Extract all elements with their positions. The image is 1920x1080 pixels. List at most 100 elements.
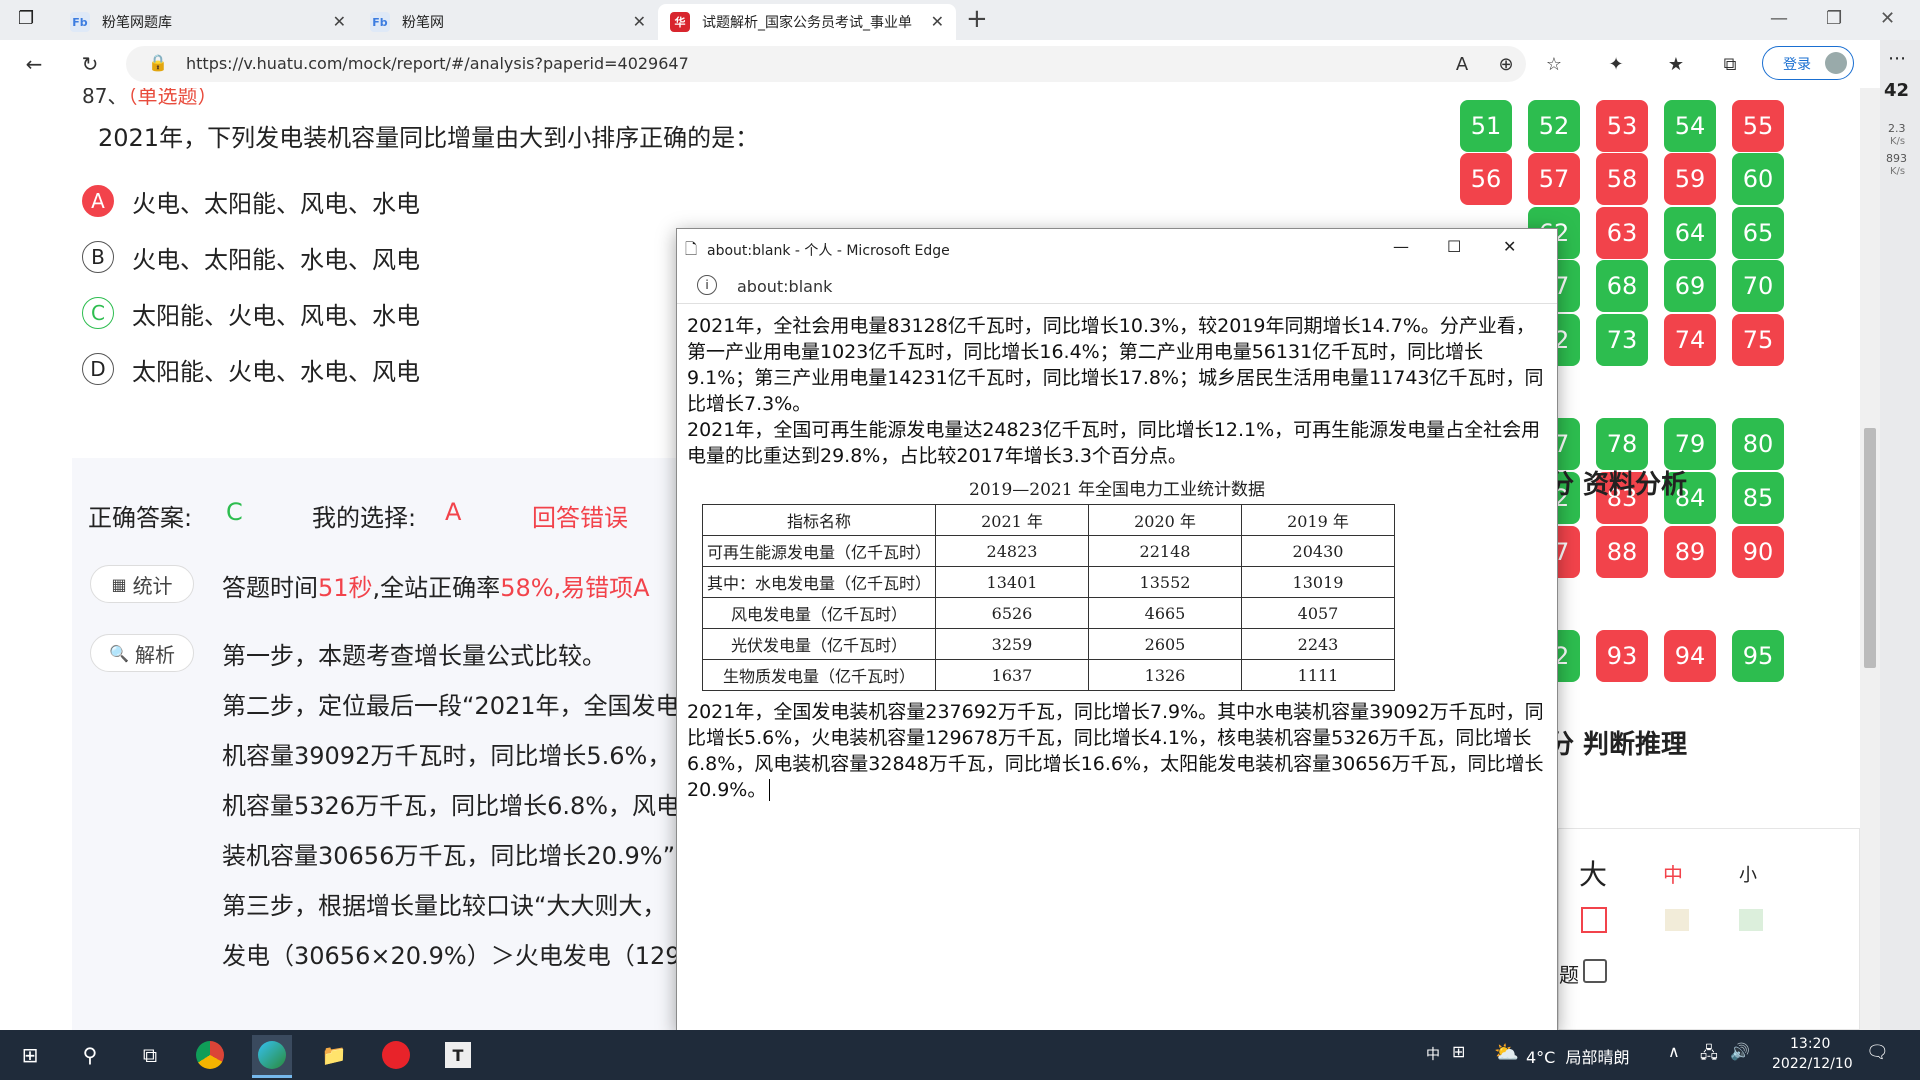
question-number-button[interactable]: 94 bbox=[1664, 630, 1716, 682]
netease-music-icon[interactable] bbox=[376, 1035, 416, 1075]
question-number-button[interactable]: 93 bbox=[1596, 630, 1648, 682]
question-number-button[interactable]: 78 bbox=[1596, 418, 1648, 470]
tab-fenbi[interactable]: Fb 粉笔网 ✕ bbox=[358, 4, 658, 40]
question-number-button[interactable]: 63 bbox=[1596, 207, 1648, 259]
favorite-add-icon[interactable]: ☆ bbox=[1540, 50, 1568, 78]
lock-icon[interactable]: 🔒 bbox=[148, 53, 168, 72]
option-d[interactable]: D 太阳能、火电、水电、风电 bbox=[82, 351, 420, 387]
question-number-button[interactable]: 85 bbox=[1732, 472, 1784, 524]
question-number-button[interactable]: 69 bbox=[1664, 260, 1716, 312]
close-icon[interactable]: ✕ bbox=[333, 12, 346, 31]
question-number-button[interactable]: 75 bbox=[1732, 314, 1784, 366]
table-cell: 13552 bbox=[1088, 566, 1242, 598]
login-button[interactable]: 登录 bbox=[1762, 46, 1854, 80]
option-a[interactable]: A 火电、太阳能、风电、水电 bbox=[82, 183, 420, 219]
question-number-button[interactable]: 52 bbox=[1528, 100, 1580, 152]
question-number-button[interactable]: 89 bbox=[1664, 526, 1716, 578]
question-number-button[interactable]: 88 bbox=[1596, 526, 1648, 578]
question-number-button[interactable]: 57 bbox=[1528, 153, 1580, 205]
popup-content: 2021年，全社会用电量83128亿千瓦时，同比增长10.3%，较2019年同期… bbox=[687, 313, 1547, 803]
ime-indicator[interactable]: 中 bbox=[1426, 1044, 1440, 1064]
weather-text[interactable]: 4°C 局部晴朗 bbox=[1526, 1044, 1630, 1068]
question-number-button[interactable]: 55 bbox=[1732, 100, 1784, 152]
font-size-large[interactable]: 大 bbox=[1579, 853, 1607, 893]
question-number-button[interactable]: 51 bbox=[1460, 100, 1512, 152]
question-number-button[interactable]: 68 bbox=[1596, 260, 1648, 312]
question-number-text: 87、 bbox=[82, 88, 128, 108]
question-number-button[interactable]: 70 bbox=[1732, 260, 1784, 312]
tab-huatu-active[interactable]: 华 试题解析_国家公务员考试_事业单 ✕ bbox=[658, 4, 956, 40]
popup-address[interactable]: about:blank bbox=[737, 277, 832, 296]
close-icon[interactable]: ✕ bbox=[633, 12, 646, 31]
chevron-up-icon[interactable]: ∧ bbox=[1668, 1042, 1680, 1061]
clock-time[interactable]: 13:20 bbox=[1790, 1036, 1830, 1052]
url-box[interactable]: 🔒 https://v.huatu.com/mock/report/#/anal… bbox=[126, 46, 1526, 82]
question-number-button[interactable]: 59 bbox=[1664, 153, 1716, 205]
read-aloud-icon[interactable]: A bbox=[1448, 50, 1476, 78]
section-title-judgment: 分 判断推理 bbox=[1548, 730, 1688, 760]
maximize-icon[interactable]: ☐ bbox=[1447, 237, 1461, 256]
refresh-icon[interactable]: ↻ bbox=[76, 50, 104, 78]
close-icon[interactable]: ✕ bbox=[1503, 237, 1516, 256]
new-tab-button[interactable]: + bbox=[966, 4, 988, 34]
text-cursor bbox=[769, 779, 771, 801]
weather-icon[interactable]: ⛅ bbox=[1494, 1040, 1519, 1064]
clock-date[interactable]: 2022/12/10 bbox=[1772, 1056, 1853, 1072]
option-checkbox[interactable] bbox=[1583, 959, 1607, 983]
network-icon[interactable]: 🖧 bbox=[1700, 1042, 1718, 1069]
question-number-button[interactable]: 95 bbox=[1732, 630, 1784, 682]
close-window-icon[interactable]: ✕ bbox=[1880, 8, 1895, 29]
question-number-button[interactable]: 80 bbox=[1732, 418, 1784, 470]
collections-icon[interactable]: ⧉ bbox=[1716, 50, 1744, 78]
zoom-icon[interactable]: ⊕ bbox=[1492, 50, 1520, 78]
question-number-button[interactable]: 60 bbox=[1732, 153, 1784, 205]
minimize-icon[interactable]: — bbox=[1393, 237, 1409, 256]
scrollbar-thumb[interactable] bbox=[1864, 428, 1876, 668]
volume-icon[interactable]: 🔊 bbox=[1730, 1042, 1750, 1061]
question-number-button[interactable]: 73 bbox=[1596, 314, 1648, 366]
question-number-button[interactable]: 90 bbox=[1732, 526, 1784, 578]
question-number-button[interactable]: 53 bbox=[1596, 100, 1648, 152]
question-number-button[interactable]: 58 bbox=[1596, 153, 1648, 205]
stats-button[interactable]: ▦ 统计 bbox=[90, 565, 194, 603]
question-number-button[interactable]: 79 bbox=[1664, 418, 1716, 470]
more-icon[interactable]: ⋯ bbox=[1888, 48, 1906, 69]
question-number-button[interactable]: 74 bbox=[1664, 314, 1716, 366]
option-text: 火电、太阳能、风电、水电 bbox=[132, 189, 420, 218]
analysis-line: 第一步，本题考查增长量公式比较。 bbox=[222, 642, 606, 670]
table-cell: 生物质发电量（亿千瓦时） bbox=[702, 659, 936, 691]
theme-swatch-beige[interactable] bbox=[1665, 909, 1689, 931]
url-text[interactable]: https://v.huatu.com/mock/report/#/analys… bbox=[186, 54, 689, 73]
analysis-button[interactable]: 🔍 解析 bbox=[90, 634, 194, 672]
question-number-button[interactable]: 54 bbox=[1664, 100, 1716, 152]
info-icon[interactable]: i bbox=[697, 275, 717, 295]
table-cell: 可再生能源发电量（亿千瓦时） bbox=[702, 535, 936, 567]
task-view-icon[interactable]: ⧉ bbox=[130, 1035, 170, 1075]
theme-swatch-green[interactable] bbox=[1739, 909, 1763, 931]
question-number-button[interactable]: 64 bbox=[1664, 207, 1716, 259]
question-number-button[interactable]: 65 bbox=[1732, 207, 1784, 259]
font-size-small[interactable]: 小 bbox=[1739, 861, 1757, 887]
option-b[interactable]: B 火电、太阳能、水电、风电 bbox=[82, 239, 420, 275]
favorites-icon[interactable]: ★ bbox=[1662, 50, 1690, 78]
chrome-icon[interactable] bbox=[190, 1035, 230, 1075]
tab-fenbi-tiku[interactable]: Fb 粉笔网题库 ✕ bbox=[58, 4, 358, 40]
font-size-medium[interactable]: 中 bbox=[1663, 859, 1683, 888]
notification-icon[interactable]: 🗨 bbox=[1866, 1042, 1889, 1063]
tab-actions-icon[interactable]: ❐ bbox=[18, 8, 42, 32]
question-number-button[interactable]: 56 bbox=[1460, 153, 1512, 205]
option-c[interactable]: C 太阳能、火电、风电、水电 bbox=[82, 295, 420, 331]
extensions-icon[interactable]: ✦ bbox=[1602, 50, 1630, 78]
close-icon[interactable]: ✕ bbox=[931, 12, 944, 31]
typora-icon[interactable]: T bbox=[438, 1035, 478, 1075]
file-explorer-icon[interactable]: 📁 bbox=[314, 1035, 354, 1075]
windows-start-icon[interactable]: ⊞ bbox=[10, 1035, 50, 1075]
ime-mode-icon[interactable]: ⊞ bbox=[1452, 1042, 1465, 1061]
edge-icon[interactable] bbox=[252, 1035, 292, 1078]
restore-icon[interactable]: ❐ bbox=[1826, 8, 1842, 29]
back-icon[interactable]: ← bbox=[20, 50, 48, 78]
minimize-icon[interactable]: — bbox=[1770, 8, 1788, 29]
theme-swatch-white[interactable] bbox=[1581, 907, 1607, 933]
page-scrollbar[interactable] bbox=[1860, 88, 1880, 1030]
search-icon[interactable]: ⚲ bbox=[70, 1035, 110, 1075]
